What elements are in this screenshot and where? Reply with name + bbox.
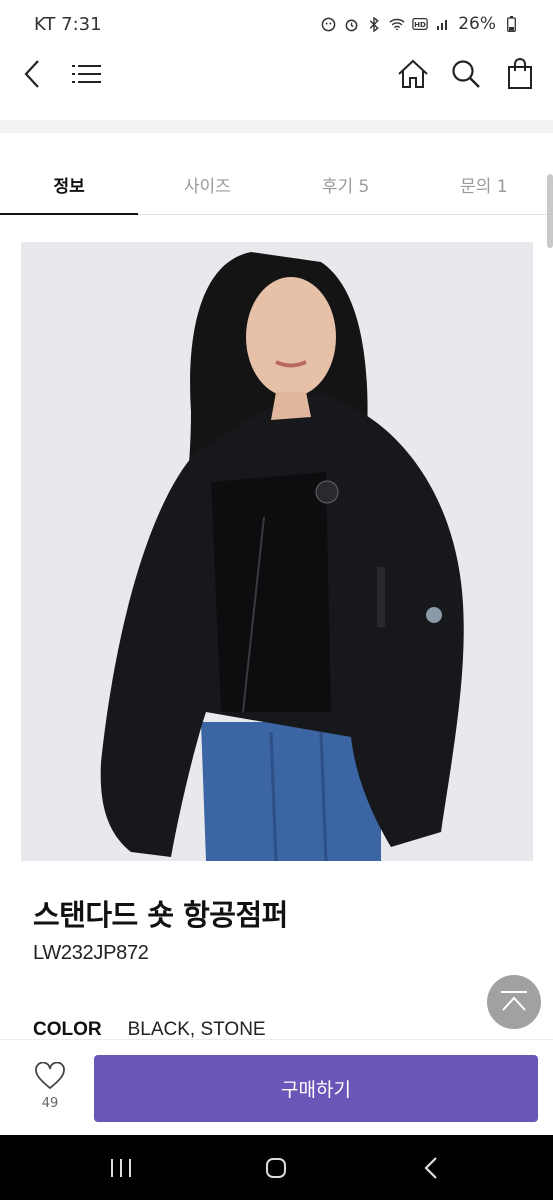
alarm-icon [343,16,359,32]
system-nav-bar [0,1135,553,1200]
arrow-up-icon [501,991,527,1011]
recent-apps-icon[interactable] [101,1153,141,1183]
product-title: 스탠다드 숏 항공점퍼 [33,898,288,932]
tab-reviews[interactable]: 후기 5 [277,157,415,214]
status-carrier-time: KT 7:31 [34,13,102,35]
search-icon[interactable] [446,54,486,94]
wifi-icon [389,16,405,32]
back-button-icon[interactable] [411,1153,451,1183]
product-tabs: 정보 사이즈 후기 5 문의 1 [0,157,553,215]
product-image [21,242,533,861]
signal-icon [435,16,451,32]
color-row: COLOR BLACK, STONE [33,1019,266,1041]
shopping-bag-icon[interactable] [500,54,540,94]
home-icon[interactable] [393,54,433,94]
battery-icon [503,16,519,32]
buy-button[interactable]: 구매하기 [94,1055,538,1122]
status-bar: KT 7:31 HD 26% [0,0,553,48]
color-label: COLOR [33,1019,102,1040]
color-value: BLACK, STONE [127,1019,266,1040]
scroll-to-top-button[interactable] [487,975,541,1029]
wishlist-button[interactable]: 49 [30,1061,70,1122]
hd-icon: HD [412,16,428,32]
app-bar [0,48,553,98]
tab-questions[interactable]: 문의 1 [415,157,553,214]
battery-percent: 26% [458,14,496,34]
back-icon[interactable] [12,54,52,94]
tab-size[interactable]: 사이즈 [138,157,276,214]
bottom-action-bar: 49 구매하기 [0,1039,553,1135]
tab-info[interactable]: 정보 [0,157,139,215]
heart-icon [35,1061,65,1090]
scrollbar[interactable] [547,174,553,248]
status-icons: HD 26% [320,14,519,34]
section-divider [0,120,553,133]
face-icon [320,16,336,32]
bluetooth-icon [366,16,382,32]
wish-count: 49 [41,1096,59,1111]
svg-text:HD: HD [414,20,426,29]
menu-icon[interactable] [67,54,107,94]
home-button-icon[interactable] [256,1153,296,1183]
product-code: LW232JP872 [33,942,149,964]
